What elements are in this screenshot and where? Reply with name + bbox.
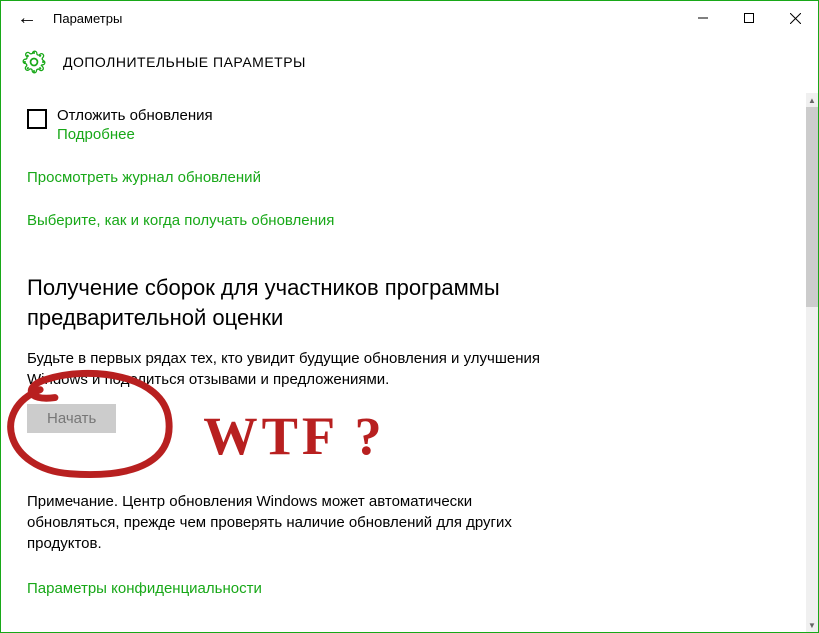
defer-updates-row: Отложить обновления Подробнее (27, 107, 780, 143)
page-heading: ДОПОЛНИТЕЛЬНЫЕ ПАРАМЕТРЫ (63, 54, 306, 70)
close-button[interactable] (772, 1, 818, 35)
scroll-up-arrow-icon[interactable]: ▲ (806, 93, 818, 107)
defer-updates-checkbox[interactable] (27, 109, 47, 129)
defer-updates-learn-more-link[interactable]: Подробнее (57, 126, 213, 143)
gear-icon (21, 49, 47, 75)
maximize-icon (744, 13, 754, 23)
privacy-settings-link[interactable]: Параметры конфиденциальности (27, 580, 262, 597)
insider-section-body: Будьте в первых рядах тех, кто увидит бу… (27, 348, 567, 390)
main-scroll-content: Отложить обновления Подробнее Просмотрет… (1, 93, 806, 632)
defer-updates-label: Отложить обновления (57, 107, 213, 124)
settings-window: ← Параметры ДОПОЛНИТЕЛЬНЫЕ ПАРАМЕТРЫ (0, 0, 819, 633)
back-button[interactable]: ← (7, 1, 47, 35)
update-center-note: Примечание. Центр обновления Windows мож… (27, 491, 567, 554)
window-title: Параметры (53, 11, 122, 26)
scroll-down-arrow-icon[interactable]: ▼ (806, 618, 818, 632)
scroll-thumb[interactable] (806, 107, 818, 307)
main-area: Отложить обновления Подробнее Просмотрет… (1, 93, 818, 632)
titlebar: ← Параметры (1, 1, 818, 35)
minimize-button[interactable] (680, 1, 726, 35)
view-update-history-link[interactable]: Просмотреть журнал обновлений (27, 169, 261, 186)
page-header: ДОПОЛНИТЕЛЬНЫЕ ПАРАМЕТРЫ (1, 35, 818, 93)
close-icon (790, 13, 801, 24)
back-arrow-icon: ← (17, 8, 37, 28)
insider-start-button: Начать (27, 404, 116, 433)
minimize-icon (698, 13, 708, 23)
maximize-button[interactable] (726, 1, 772, 35)
vertical-scrollbar[interactable]: ▲ ▼ (806, 93, 818, 632)
insider-section-title: Получение сборок для участников программ… (27, 273, 567, 332)
choose-how-updates-link[interactable]: Выберите, как и когда получать обновлени… (27, 212, 334, 229)
defer-updates-label-block: Отложить обновления Подробнее (57, 107, 213, 143)
window-controls (680, 1, 818, 35)
